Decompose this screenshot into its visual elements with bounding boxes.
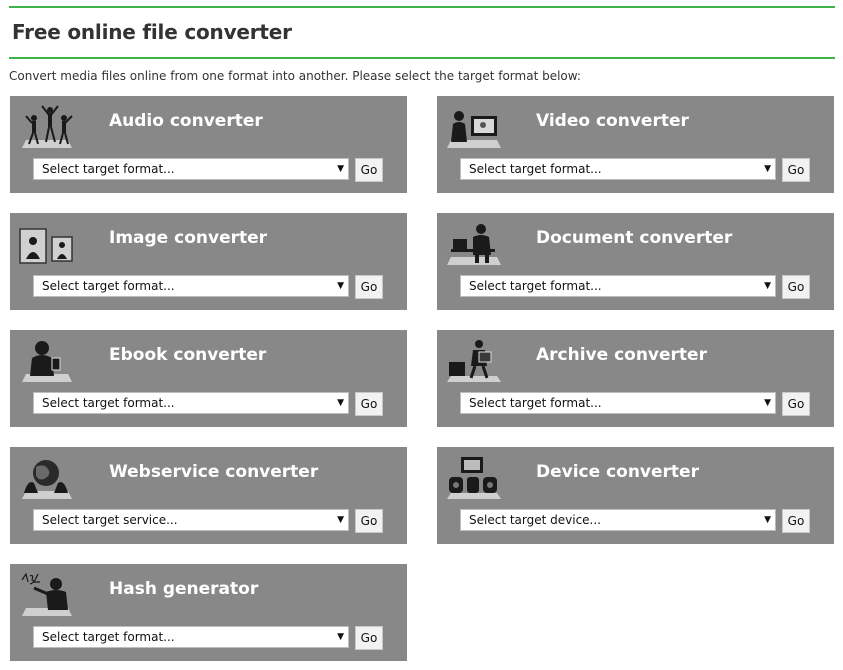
select-value: Select target format...: [469, 279, 602, 293]
go-button[interactable]: Go: [782, 158, 810, 182]
globe-hands-icon: [18, 453, 76, 503]
go-button[interactable]: Go: [782, 392, 810, 416]
go-button[interactable]: Go: [355, 626, 383, 650]
select-value: Select target device...: [469, 513, 601, 527]
go-button[interactable]: Go: [782, 275, 810, 299]
dropdown-arrow-icon: ▼: [764, 164, 771, 174]
target-service-select[interactable]: Select target service... ▼: [33, 509, 349, 531]
target-format-select[interactable]: Select target format... ▼: [33, 626, 349, 648]
panel-title: Hash generator: [109, 579, 259, 599]
video-converter-panel: Video converter Select target format... ▼…: [437, 96, 834, 193]
panel-title: Document converter: [536, 228, 733, 248]
go-button[interactable]: Go: [355, 158, 383, 182]
image-converter-panel: Image converter Select target format... ▼…: [10, 213, 407, 310]
dropdown-arrow-icon: ▼: [764, 281, 771, 291]
select-value: Select target format...: [42, 630, 175, 644]
panel-title: Ebook converter: [109, 345, 267, 365]
desk-worker-icon: [445, 219, 503, 269]
dropdown-arrow-icon: ▼: [764, 398, 771, 408]
intro-text: Convert media files online from one form…: [9, 69, 581, 83]
target-format-select[interactable]: Select target format... ▼: [33, 275, 349, 297]
go-button[interactable]: Go: [782, 509, 810, 533]
go-button[interactable]: Go: [355, 275, 383, 299]
devices-icon: [445, 453, 503, 503]
audio-converter-panel: Audio converter Select target format... ▼…: [10, 96, 407, 193]
panel-title: Device converter: [536, 462, 699, 482]
dropdown-arrow-icon: ▼: [764, 515, 771, 525]
target-device-select[interactable]: Select target device... ▼: [460, 509, 776, 531]
device-converter-panel: Device converter Select target device...…: [437, 447, 834, 544]
target-format-select[interactable]: Select target format... ▼: [33, 392, 349, 414]
archive-converter-panel: Archive converter Select target format..…: [437, 330, 834, 427]
select-value: Select target format...: [42, 396, 175, 410]
go-button[interactable]: Go: [355, 392, 383, 416]
box-carrier-icon: [445, 336, 503, 386]
panel-title: Audio converter: [109, 111, 263, 131]
title-divider: [9, 57, 835, 59]
dropdown-arrow-icon: ▼: [337, 515, 344, 525]
reader-icon: [18, 336, 76, 386]
panel-title: Video converter: [536, 111, 689, 131]
target-format-select[interactable]: Select target format... ▼: [33, 158, 349, 180]
target-format-select[interactable]: Select target format... ▼: [460, 392, 776, 414]
top-divider: [9, 6, 835, 8]
panel-title: Archive converter: [536, 345, 707, 365]
target-format-select[interactable]: Select target format... ▼: [460, 275, 776, 297]
panel-title: Webservice converter: [109, 462, 319, 482]
select-value: Select target format...: [469, 162, 602, 176]
dancers-icon: [18, 102, 76, 152]
chalkboard-writer-icon: [18, 570, 76, 620]
select-value: Select target format...: [469, 396, 602, 410]
ebook-converter-panel: Ebook converter Select target format... ▼…: [10, 330, 407, 427]
hash-generator-panel: Hash generator Select target format... ▼ …: [10, 564, 407, 661]
page-title: Free online file converter: [12, 20, 292, 44]
dropdown-arrow-icon: ▼: [337, 164, 344, 174]
select-value: Select target format...: [42, 279, 175, 293]
target-format-select[interactable]: Select target format... ▼: [460, 158, 776, 180]
dropdown-arrow-icon: ▼: [337, 281, 344, 291]
picture-frame-icon: [18, 219, 76, 269]
panel-title: Image converter: [109, 228, 268, 248]
select-value: Select target format...: [42, 162, 175, 176]
webservice-converter-panel: Webservice converter Select target servi…: [10, 447, 407, 544]
go-button[interactable]: Go: [355, 509, 383, 533]
dropdown-arrow-icon: ▼: [337, 632, 344, 642]
select-value: Select target service...: [42, 513, 178, 527]
document-converter-panel: Document converter Select target format.…: [437, 213, 834, 310]
dropdown-arrow-icon: ▼: [337, 398, 344, 408]
video-viewer-icon: [445, 102, 503, 152]
